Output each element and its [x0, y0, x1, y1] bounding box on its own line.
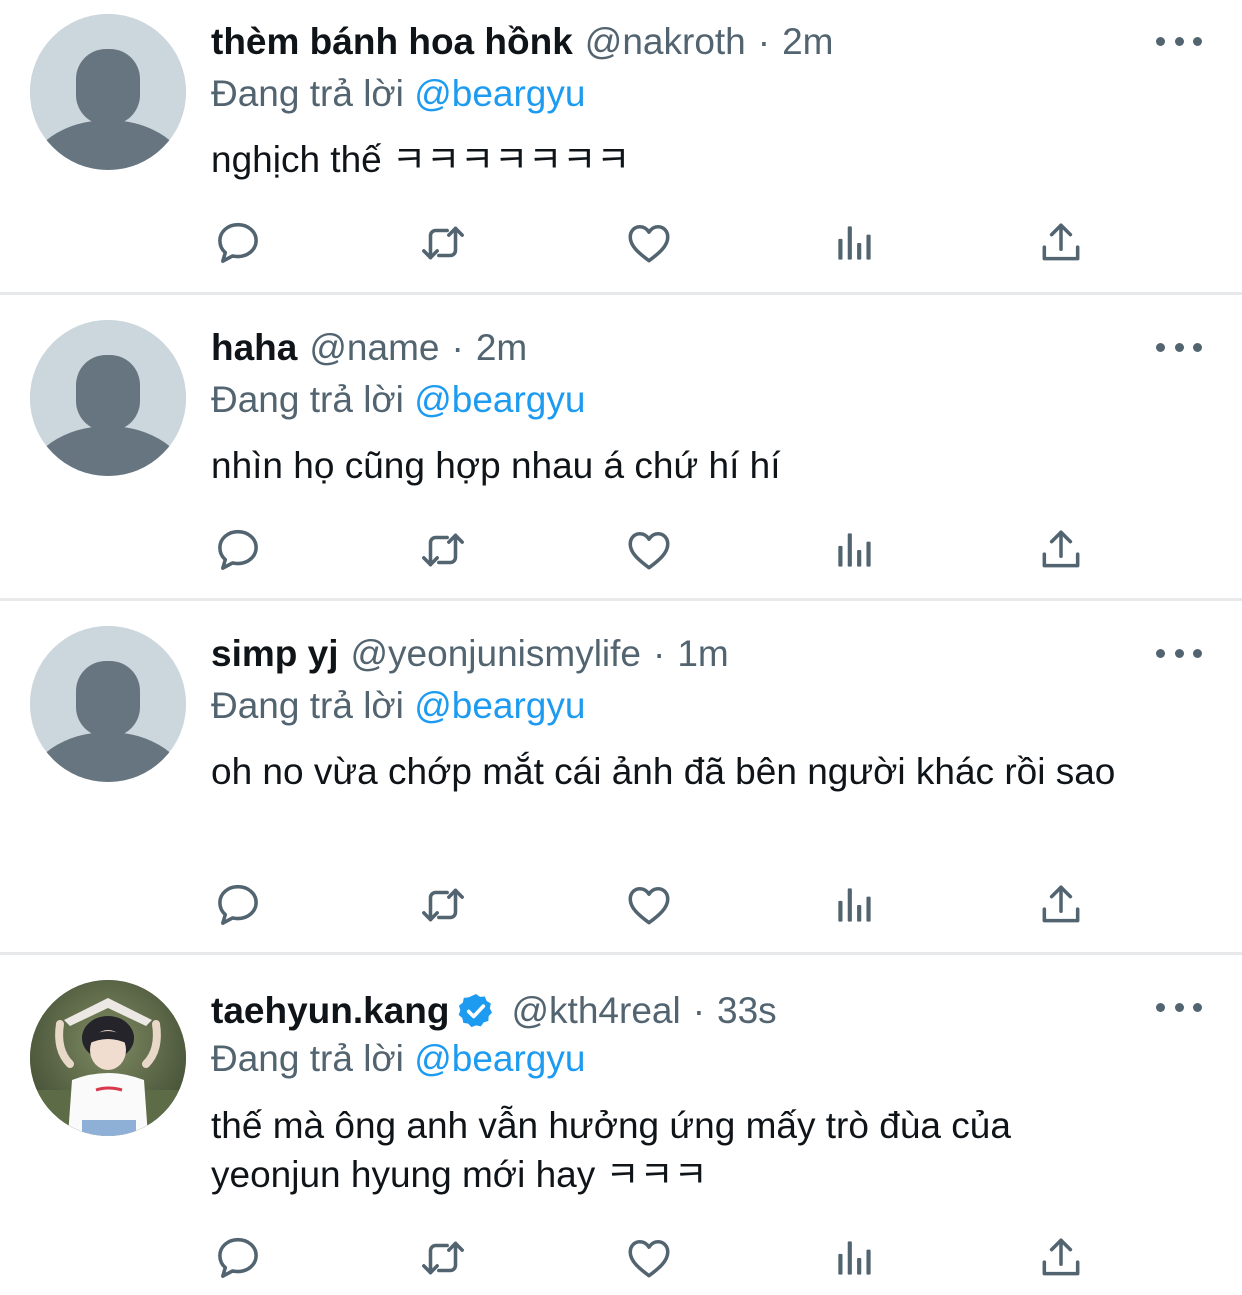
- replying-prefix: Đang trả lời: [211, 379, 404, 420]
- tweet[interactable]: taehyun.kang @kth4real · 33s Đang trả lờ…: [0, 955, 1242, 1295]
- share-icon[interactable]: [1034, 1231, 1088, 1285]
- display-name[interactable]: thèm bánh hoa hồnk: [211, 20, 573, 64]
- more-options-icon[interactable]: [1156, 31, 1202, 51]
- display-name[interactable]: taehyun.kang: [211, 989, 450, 1033]
- tweet[interactable]: haha @name · 2m Đang trả lời @beargyu nh…: [0, 295, 1242, 599]
- replying-to: Đang trả lời @beargyu: [211, 378, 585, 422]
- reply-icon[interactable]: [211, 878, 265, 932]
- retweet-icon[interactable]: [416, 216, 470, 270]
- user-handle[interactable]: @nakroth: [585, 20, 746, 64]
- retweet-icon[interactable]: [416, 523, 470, 577]
- retweet-icon[interactable]: [416, 1231, 470, 1285]
- replying-prefix: Đang trả lời: [211, 73, 404, 114]
- reply-mention-link[interactable]: @beargyu: [414, 685, 585, 726]
- user-handle[interactable]: @name: [309, 326, 439, 370]
- share-icon[interactable]: [1034, 216, 1088, 270]
- analytics-icon[interactable]: [828, 216, 882, 270]
- default-avatar-icon[interactable]: [30, 626, 186, 782]
- tweet-text: nhìn họ cũng hợp nhau á chứ hí hí: [211, 445, 781, 486]
- tweet-text: oh no vừa chớp mắt cái ảnh đã bên người …: [211, 751, 1116, 792]
- timestamp[interactable]: 2m: [476, 326, 527, 370]
- more-options-icon[interactable]: [1156, 643, 1202, 663]
- reply-mention-link[interactable]: @beargyu: [414, 1038, 585, 1079]
- separator-dot: ·: [451, 327, 464, 368]
- share-icon[interactable]: [1034, 878, 1088, 932]
- timestamp[interactable]: 2m: [782, 20, 833, 64]
- profile-photo[interactable]: [30, 980, 186, 1136]
- reply-mention-link[interactable]: @beargyu: [414, 379, 585, 420]
- tweet-text: thế mà ông anh vẫn hưởng ứng mấy trò đùa…: [211, 1105, 1011, 1195]
- analytics-icon[interactable]: [828, 878, 882, 932]
- reply-icon[interactable]: [211, 523, 265, 577]
- retweet-icon[interactable]: [416, 878, 470, 932]
- tweet[interactable]: simp yj @yeonjunismylife · 1m Đang trả l…: [0, 601, 1242, 953]
- separator-dot: ·: [653, 633, 666, 674]
- like-icon[interactable]: [622, 878, 676, 932]
- replying-to: Đang trả lời @beargyu: [211, 72, 585, 116]
- tweet-text: nghịch thế ㅋㅋㅋㅋㅋㅋㅋ: [211, 139, 631, 180]
- more-options-icon[interactable]: [1156, 997, 1202, 1017]
- tweet[interactable]: thèm bánh hoa hồnk @nakroth · 2m Đang tr…: [0, 0, 1242, 294]
- replying-prefix: Đang trả lời: [211, 1038, 404, 1079]
- replying-to: Đang trả lời @beargyu: [211, 1037, 585, 1081]
- more-options-icon[interactable]: [1156, 337, 1202, 357]
- separator-dot: ·: [757, 21, 771, 62]
- user-handle[interactable]: @kth4real: [512, 989, 681, 1033]
- share-icon[interactable]: [1034, 523, 1088, 577]
- default-avatar-icon[interactable]: [30, 14, 186, 170]
- analytics-icon[interactable]: [828, 1231, 882, 1285]
- reply-icon[interactable]: [211, 216, 265, 270]
- replying-to: Đang trả lời @beargyu: [211, 684, 585, 728]
- separator-dot: ·: [692, 990, 706, 1031]
- verified-badge-icon: [456, 991, 496, 1031]
- like-icon[interactable]: [622, 216, 676, 270]
- timestamp[interactable]: 1m: [677, 632, 728, 676]
- reply-icon[interactable]: [211, 1231, 265, 1285]
- like-icon[interactable]: [622, 523, 676, 577]
- default-avatar-icon[interactable]: [30, 320, 186, 476]
- replying-prefix: Đang trả lời: [211, 685, 404, 726]
- like-icon[interactable]: [622, 1231, 676, 1285]
- display-name[interactable]: simp yj: [211, 632, 339, 676]
- display-name[interactable]: haha: [211, 326, 297, 370]
- reply-mention-link[interactable]: @beargyu: [414, 73, 585, 114]
- user-handle[interactable]: @yeonjunismylife: [351, 632, 642, 676]
- analytics-icon[interactable]: [828, 523, 882, 577]
- timestamp[interactable]: 33s: [717, 989, 777, 1033]
